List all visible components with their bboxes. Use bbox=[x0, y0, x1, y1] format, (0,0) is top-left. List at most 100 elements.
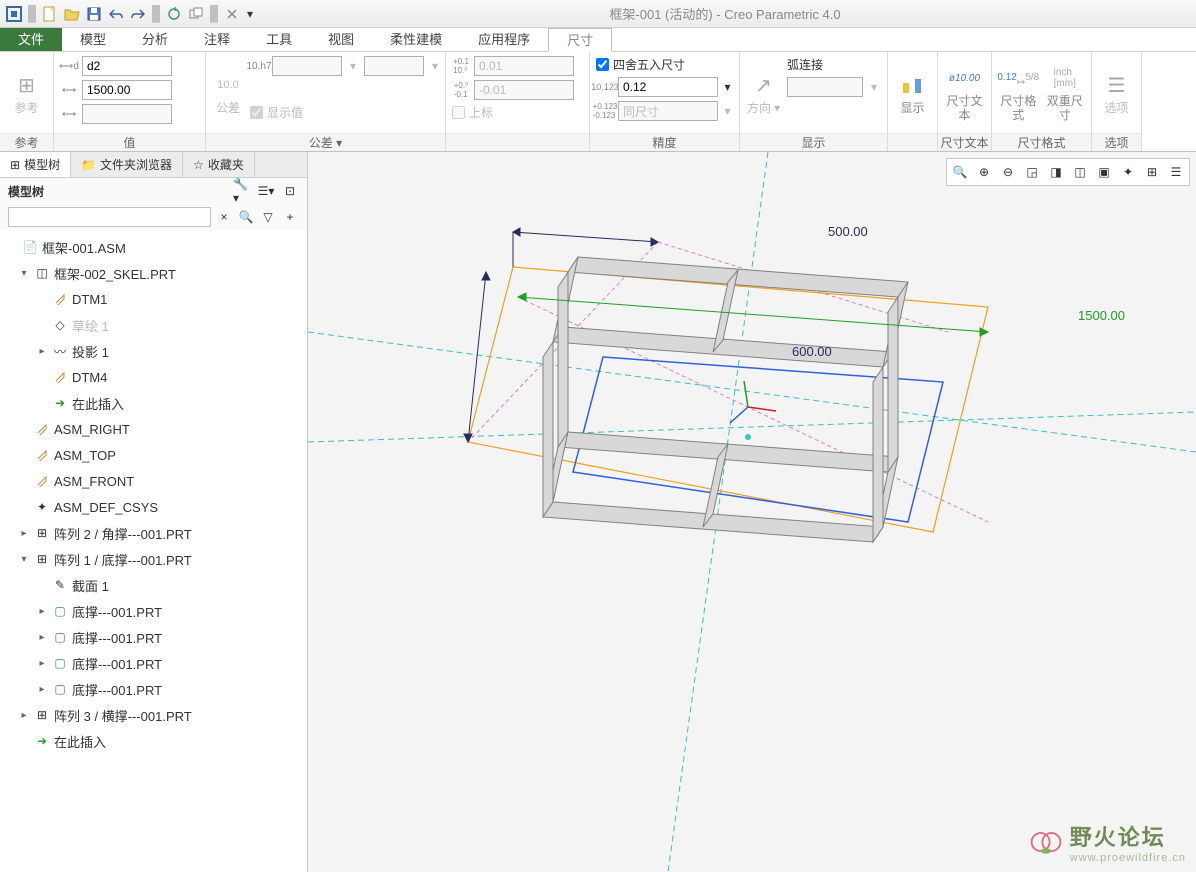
precision-input[interactable] bbox=[618, 77, 718, 97]
dimension-600[interactable]: 600.00 bbox=[792, 344, 832, 359]
new-icon[interactable] bbox=[40, 4, 60, 24]
dimtext-button[interactable]: ø10.00尺寸文本 bbox=[944, 56, 985, 128]
dim-name-input[interactable] bbox=[82, 56, 172, 76]
tree-bottom2[interactable]: ▸▢底撑---001.PRT bbox=[0, 624, 307, 650]
zoom-out-icon[interactable]: ⊖ bbox=[997, 161, 1019, 183]
tree-dtm1[interactable]: DTM1 bbox=[0, 286, 307, 312]
tree-pattern3[interactable]: ▸⊞阵列 3 / 横撑---001.PRT bbox=[0, 702, 307, 728]
ribbon: ⊞参考 参考 ⟷d ⟷ ⟷ 值 10.0公差 10.h7▾▾ 显示值 公差 ▾ … bbox=[0, 52, 1196, 152]
open-icon[interactable] bbox=[62, 4, 82, 24]
windows-icon[interactable] bbox=[186, 4, 206, 24]
tree-dtm4[interactable]: DTM4 bbox=[0, 364, 307, 390]
tab-file[interactable]: 文件 bbox=[0, 28, 62, 51]
shading-icon[interactable]: ◨ bbox=[1045, 161, 1067, 183]
tree-search-input[interactable] bbox=[8, 207, 211, 227]
tree-insert1[interactable]: ➜在此插入 bbox=[0, 390, 307, 416]
datum-display-icon[interactable]: ✦ bbox=[1117, 161, 1139, 183]
tree-display-icon[interactable]: ☰▾ bbox=[257, 182, 275, 200]
sptab-modeltree[interactable]: ⊞模型树 bbox=[0, 152, 71, 177]
part-icon: ▢ bbox=[52, 603, 68, 619]
tree-proj1[interactable]: ▸〰投影 1 bbox=[0, 338, 307, 364]
tree-bottom4[interactable]: ▸▢底撑---001.PRT bbox=[0, 676, 307, 702]
tree-insert2[interactable]: ➜在此插入 bbox=[0, 728, 307, 754]
zoom-in-icon[interactable]: ⊕ bbox=[973, 161, 995, 183]
layers-icon[interactable]: ☰ bbox=[1165, 161, 1187, 183]
pattern-icon: ⊞ bbox=[34, 551, 50, 567]
tree-skel[interactable]: ▾◫框架-002_SKEL.PRT bbox=[0, 260, 307, 286]
tab-tools[interactable]: 工具 bbox=[248, 28, 310, 51]
group-value: 值 bbox=[54, 133, 205, 151]
clear-icon[interactable]: × bbox=[215, 208, 233, 226]
tab-analysis[interactable]: 分析 bbox=[124, 28, 186, 51]
ribbon-tabs: 文件 模型 分析 注释 工具 视图 柔性建模 应用程序 尺寸 bbox=[0, 28, 1196, 52]
sptab-folder[interactable]: 📁文件夹浏览器 bbox=[71, 152, 183, 177]
tree-section1[interactable]: ✎截面 1 bbox=[0, 572, 307, 598]
tree-settings-icon[interactable]: 🔧▾ bbox=[233, 182, 251, 200]
watermark-url: www.proewildfire.cn bbox=[1070, 852, 1186, 864]
insert-here-icon: ➜ bbox=[34, 733, 50, 749]
tree-pattern1[interactable]: ▾⊞阵列 1 / 底撑---001.PRT bbox=[0, 546, 307, 572]
dualdim-button[interactable]: inch [mm]双重尺寸 bbox=[1045, 56, 1086, 128]
dim-override-input bbox=[82, 104, 172, 124]
tree-asm-front[interactable]: ASM_FRONT bbox=[0, 468, 307, 494]
side-panel: ⊞模型树 📁文件夹浏览器 ☆收藏夹 模型树 🔧▾ ☰▾ ⊡ × 🔍 ▽ + 📄框… bbox=[0, 152, 308, 872]
save-icon[interactable] bbox=[84, 4, 104, 24]
part-icon: ▢ bbox=[52, 655, 68, 671]
part-icon: ▢ bbox=[52, 681, 68, 697]
tol-precision-input bbox=[618, 101, 718, 121]
sidepanel-filter: × 🔍 ▽ + bbox=[0, 204, 307, 230]
perspective-icon[interactable]: ▣ bbox=[1093, 161, 1115, 183]
zoom-fit-icon[interactable]: 🔍 bbox=[949, 161, 971, 183]
tree-pattern2[interactable]: ▸⊞阵列 2 / 角撑---001.PRT bbox=[0, 520, 307, 546]
group-show bbox=[888, 133, 937, 151]
group-dimtext: 尺寸文本 bbox=[938, 133, 991, 151]
tree-asm-top[interactable]: ASM_TOP bbox=[0, 442, 307, 468]
sidepanel-title: 模型树 bbox=[8, 183, 44, 200]
main-area: ⊞模型树 📁文件夹浏览器 ☆收藏夹 模型树 🔧▾ ☰▾ ⊡ × 🔍 ▽ + 📄框… bbox=[0, 152, 1196, 872]
regenerate-icon[interactable] bbox=[164, 4, 184, 24]
annotation-icon[interactable]: ⊞ bbox=[1141, 161, 1163, 183]
add-icon[interactable]: + bbox=[281, 208, 299, 226]
round-check[interactable]: 四舍五入尺寸 bbox=[596, 56, 733, 73]
tab-flex[interactable]: 柔性建模 bbox=[372, 28, 460, 51]
tab-app[interactable]: 应用程序 bbox=[460, 28, 548, 51]
app-icon[interactable] bbox=[4, 4, 24, 24]
part-icon: ▢ bbox=[52, 629, 68, 645]
dimension-500[interactable]: 500.00 bbox=[828, 224, 868, 239]
tree-expand-icon[interactable]: ⊡ bbox=[281, 182, 299, 200]
tree-root[interactable]: 📄框架-001.ASM bbox=[0, 234, 307, 260]
tol-precision-icon: +0.123-0.123 bbox=[596, 103, 614, 119]
dimformat-button[interactable]: 0.12↦ 5/8尺寸格式 bbox=[998, 56, 1039, 128]
chevron-down-icon[interactable]: ▾ bbox=[244, 4, 256, 24]
pattern-icon: ⊞ bbox=[34, 525, 50, 541]
tab-model[interactable]: 模型 bbox=[62, 28, 124, 51]
tree-asm-csys[interactable]: ✦ASM_DEF_CSYS bbox=[0, 494, 307, 520]
tree-bottom3[interactable]: ▸▢底撑---001.PRT bbox=[0, 650, 307, 676]
redo-icon[interactable] bbox=[128, 4, 148, 24]
tab-view[interactable]: 视图 bbox=[310, 28, 372, 51]
model-tree: 📄框架-001.ASM ▾◫框架-002_SKEL.PRT DTM1 ◇草绘 1… bbox=[0, 230, 307, 872]
dim-value-input[interactable] bbox=[82, 80, 172, 100]
filter-icon[interactable]: ▽ bbox=[259, 208, 277, 226]
dimension-1500[interactable]: 1500.00 bbox=[1078, 308, 1125, 323]
sptab-favorites[interactable]: ☆收藏夹 bbox=[183, 152, 255, 177]
show-button[interactable]: 显示 bbox=[894, 56, 931, 128]
saved-views-icon[interactable]: ◫ bbox=[1069, 161, 1091, 183]
arc-connect-input bbox=[787, 77, 863, 97]
viewport[interactable]: 500.00 600.00 1500.00 草绘 1 🔍 ⊕ ⊖ ◲ ◨ ◫ ▣… bbox=[308, 152, 1196, 872]
lower-tol-icon: +0.⁰-0.1 bbox=[452, 82, 470, 98]
precision-dropdown[interactable]: ▾ bbox=[722, 80, 733, 94]
undo-icon[interactable] bbox=[106, 4, 126, 24]
tree-asm-right[interactable]: ASM_RIGHT bbox=[0, 416, 307, 442]
tree-sketch1[interactable]: ◇草绘 1 bbox=[0, 312, 307, 338]
tab-dimension[interactable]: 尺寸 bbox=[548, 28, 612, 52]
tree-bottom1[interactable]: ▸▢底撑---001.PRT bbox=[0, 598, 307, 624]
close-icon[interactable] bbox=[222, 4, 242, 24]
binoculars-icon[interactable]: 🔍 bbox=[237, 208, 255, 226]
tol-class-input bbox=[272, 56, 342, 76]
star-icon: ☆ bbox=[193, 158, 204, 172]
watermark: 野火论坛 www.proewildfire.cn bbox=[1028, 820, 1186, 864]
repaint-icon[interactable]: ◲ bbox=[1021, 161, 1043, 183]
tab-annotate[interactable]: 注释 bbox=[186, 28, 248, 51]
watermark-logo bbox=[1028, 824, 1064, 860]
